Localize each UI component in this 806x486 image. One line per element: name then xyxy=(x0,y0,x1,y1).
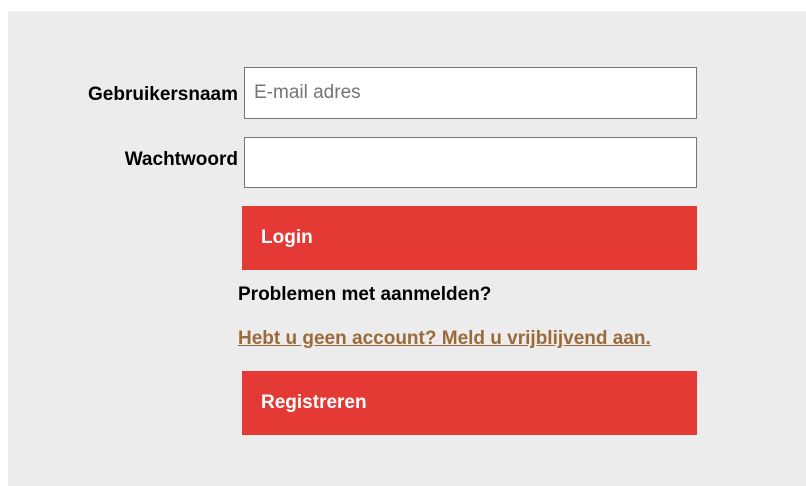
login-problems-text: Problemen met aanmelden? xyxy=(238,284,492,305)
username-input[interactable] xyxy=(244,67,697,119)
register-button[interactable]: Registreren xyxy=(242,371,697,435)
signup-link[interactable]: Hebt u geen account? Meld u vrijblijvend… xyxy=(238,328,651,350)
password-label: Wachtwoord xyxy=(124,149,238,170)
login-button[interactable]: Login xyxy=(242,206,697,270)
password-input[interactable] xyxy=(244,137,697,188)
username-label: Gebruikersnaam xyxy=(88,84,238,105)
